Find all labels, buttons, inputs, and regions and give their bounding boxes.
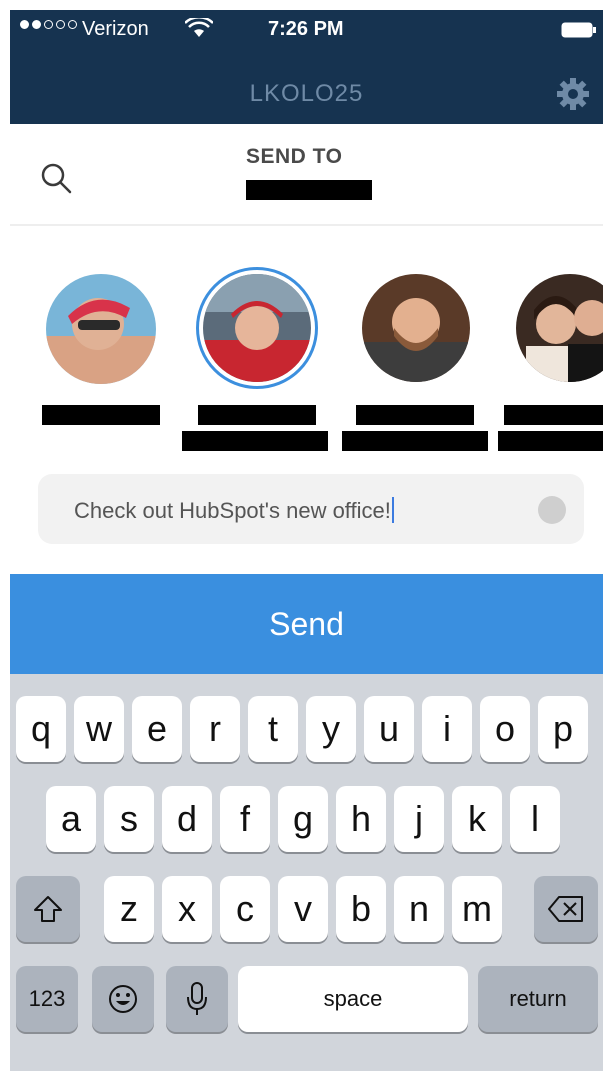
- key-w[interactable]: w: [74, 696, 124, 762]
- emoji-icon: [109, 985, 137, 1013]
- key-u[interactable]: u: [364, 696, 414, 762]
- contact-avatar[interactable]: [362, 274, 470, 382]
- key-i[interactable]: i: [422, 696, 472, 762]
- message-value: Check out HubSpot's new office!: [74, 497, 394, 524]
- key-p[interactable]: p: [538, 696, 588, 762]
- key-q[interactable]: q: [16, 696, 66, 762]
- redacted-contact-name: [198, 405, 316, 425]
- numbers-key[interactable]: 123: [16, 966, 78, 1032]
- keyboard: q w e r t y u i o p a s d f g h j k l z …: [10, 674, 603, 1071]
- key-m[interactable]: m: [452, 876, 502, 942]
- redacted-contact-name: [504, 405, 603, 425]
- space-key[interactable]: space: [238, 966, 468, 1032]
- key-j[interactable]: j: [394, 786, 444, 852]
- key-f[interactable]: f: [220, 786, 270, 852]
- key-r[interactable]: r: [190, 696, 240, 762]
- key-l[interactable]: l: [510, 786, 560, 852]
- key-t[interactable]: t: [248, 696, 298, 762]
- carrier-name: Verizon: [82, 18, 149, 40]
- delete-icon: [548, 896, 583, 922]
- redacted-contact-name: [342, 431, 488, 451]
- key-n[interactable]: n: [394, 876, 444, 942]
- return-key[interactable]: return: [478, 966, 598, 1032]
- key-v[interactable]: v: [278, 876, 328, 942]
- microphone-key[interactable]: [166, 966, 228, 1032]
- key-c[interactable]: c: [220, 876, 270, 942]
- contact-avatar[interactable]: [46, 274, 156, 384]
- account-title: LKOLO25: [249, 80, 364, 107]
- gear-icon[interactable]: [555, 76, 591, 112]
- text-cursor: [391, 497, 394, 523]
- send-to-label: SEND TO: [246, 145, 343, 168]
- microphone-icon: [187, 982, 207, 1015]
- divider: [10, 224, 603, 226]
- key-d[interactable]: d: [162, 786, 212, 852]
- redacted-contact-name: [42, 405, 160, 425]
- status-time: 7:26 PM: [268, 18, 344, 40]
- battery-icon: [561, 22, 596, 38]
- key-g[interactable]: g: [278, 786, 328, 852]
- app-header: Verizon 7:26 PM LKOLO25: [10, 10, 603, 124]
- key-z[interactable]: z: [104, 876, 154, 942]
- key-o[interactable]: o: [480, 696, 530, 762]
- redacted-contact-name: [498, 431, 603, 451]
- status-bar: Verizon 7:26 PM: [10, 10, 603, 50]
- contact-avatar[interactable]: [516, 274, 603, 382]
- search-icon[interactable]: [38, 160, 74, 196]
- wifi-icon: [185, 18, 213, 37]
- key-x[interactable]: x: [162, 876, 212, 942]
- contact-avatar[interactable]: [203, 274, 311, 382]
- clear-icon[interactable]: [538, 496, 566, 524]
- shift-icon: [34, 896, 62, 922]
- key-e[interactable]: e: [132, 696, 182, 762]
- redacted-recipient: [246, 180, 372, 200]
- key-b[interactable]: b: [336, 876, 386, 942]
- key-a[interactable]: a: [46, 786, 96, 852]
- key-s[interactable]: s: [104, 786, 154, 852]
- redacted-contact-name: [182, 431, 328, 451]
- key-h[interactable]: h: [336, 786, 386, 852]
- shift-key[interactable]: [16, 876, 80, 942]
- key-y[interactable]: y: [306, 696, 356, 762]
- message-input[interactable]: Check out HubSpot's new office!: [38, 474, 584, 544]
- redacted-contact-name: [356, 405, 474, 425]
- delete-key[interactable]: [534, 876, 598, 942]
- signal-strength-icon: [20, 20, 77, 29]
- key-k[interactable]: k: [452, 786, 502, 852]
- send-button[interactable]: Send: [10, 574, 603, 674]
- emoji-key[interactable]: [92, 966, 154, 1032]
